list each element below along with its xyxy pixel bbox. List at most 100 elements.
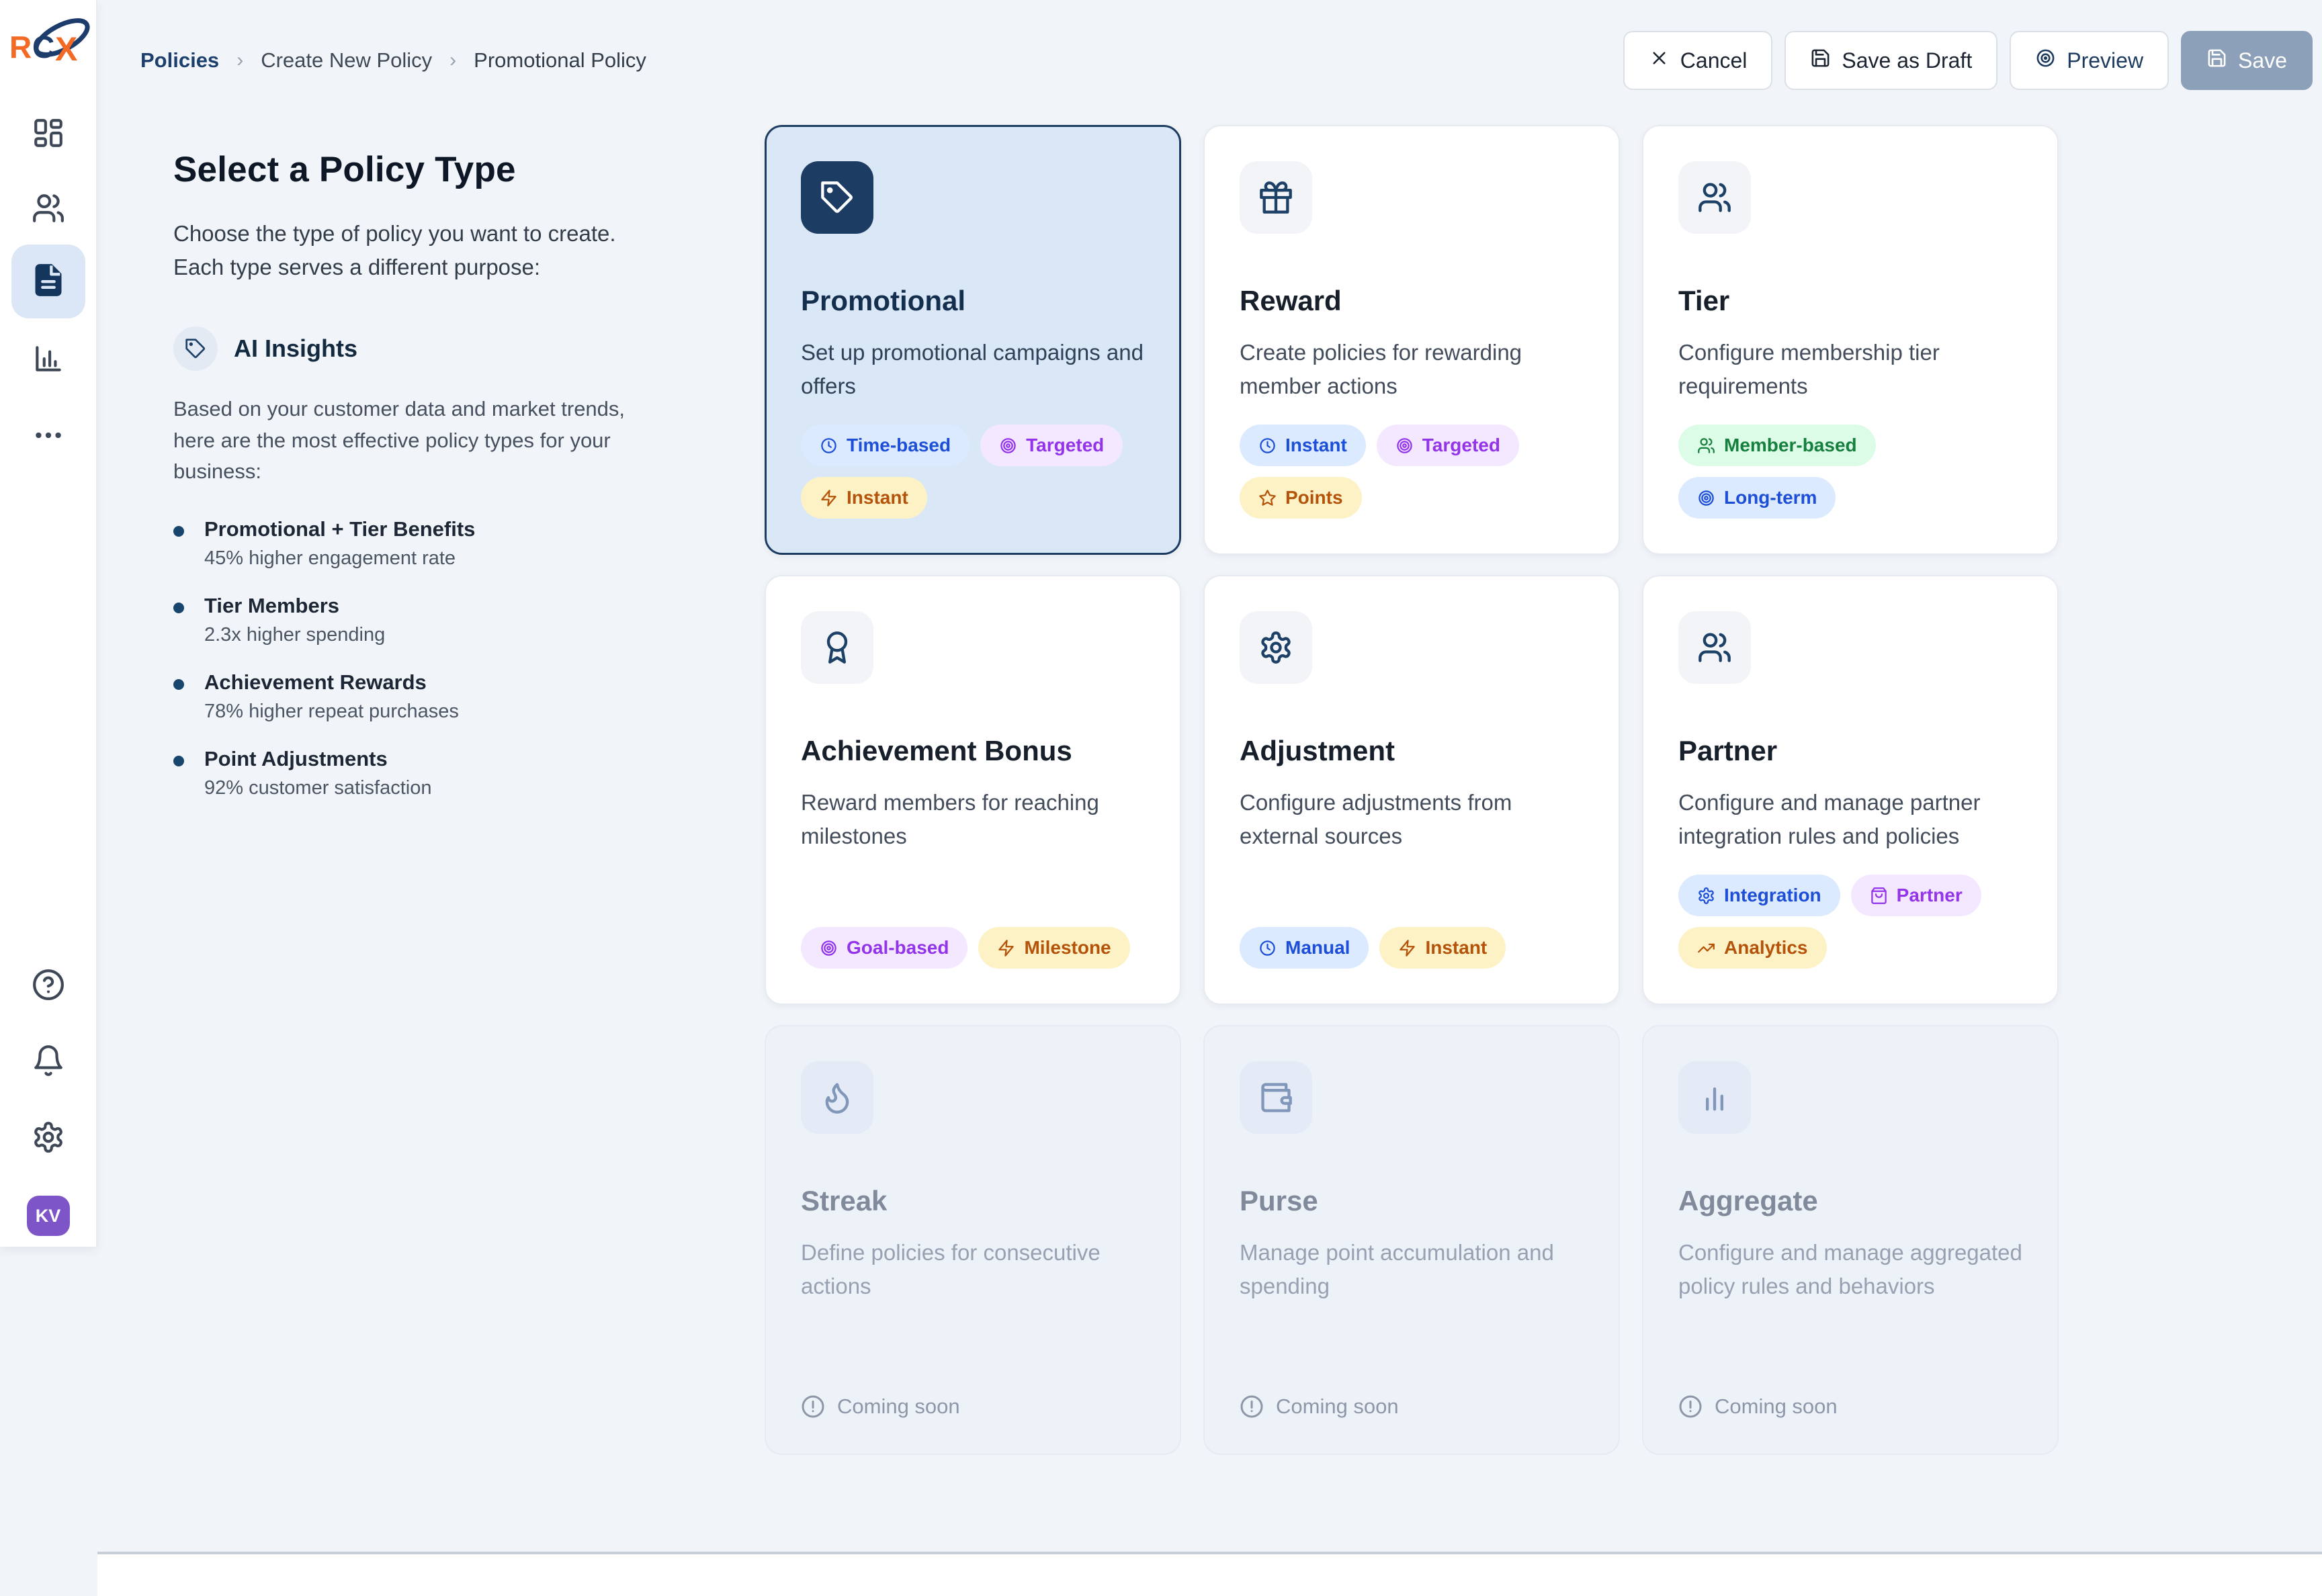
- card-description: Configure and manage partner integration…: [1678, 786, 2022, 853]
- bullet-dot: [173, 526, 184, 537]
- breadcrumb-create-new-policy[interactable]: Create New Policy: [261, 48, 432, 73]
- list-item: Promotional + Tier Benefits 45% higher e…: [173, 517, 704, 570]
- card-title: Adjustment: [1240, 735, 1584, 767]
- sidebar-item-help[interactable]: [30, 967, 67, 1005]
- card-title: Partner: [1678, 735, 2022, 767]
- clock-icon: [820, 437, 838, 455]
- insight-metric: 92% customer satisfaction: [204, 777, 431, 799]
- policy-card-achievement-bonus[interactable]: Achievement Bonus Reward members for rea…: [765, 575, 1181, 1005]
- policy-card-partner[interactable]: Partner Configure and manage partner int…: [1642, 575, 2059, 1005]
- bar-chart-icon: [32, 342, 65, 379]
- insight-metric: 45% higher engagement rate: [204, 547, 475, 570]
- policy-card-reward[interactable]: Reward Create policies for rewarding mem…: [1203, 125, 1620, 555]
- bullet-dot: [173, 679, 184, 690]
- sidebar-item-settings[interactable]: [30, 1120, 67, 1157]
- card-description: Configure membership tier requirements: [1678, 336, 2022, 403]
- bolt-icon: [997, 939, 1015, 957]
- flame-icon: [801, 1061, 873, 1134]
- badge-member-based: Member-based: [1678, 425, 1876, 466]
- sidebar-item-dashboard[interactable]: [30, 116, 67, 153]
- breadcrumb-policies[interactable]: Policies: [140, 48, 219, 73]
- sidebar-item-analytics[interactable]: [30, 341, 67, 379]
- insight-label: Point Adjustments: [204, 747, 431, 771]
- policy-card-purse: Purse Manage point accumulation and spen…: [1203, 1025, 1620, 1455]
- rcx-logo-graphic: R C X: [9, 8, 90, 75]
- policy-card-aggregate: Aggregate Configure and manage aggregate…: [1642, 1025, 2059, 1455]
- wallet-icon: [1240, 1061, 1312, 1134]
- badge-targeted: Targeted: [980, 425, 1123, 466]
- badge-row: Instant Targeted Points: [1240, 425, 1584, 519]
- badge-long-term: Long-term: [1678, 477, 1836, 519]
- insight-label: Tier Members: [204, 594, 385, 618]
- cancel-button[interactable]: Cancel: [1623, 31, 1773, 90]
- sidebar-item-policies-active[interactable]: [11, 245, 85, 318]
- card-description: Create policies for rewarding member act…: [1240, 336, 1584, 403]
- policy-card-tier[interactable]: Tier Configure membership tier requireme…: [1642, 125, 2059, 555]
- card-description: Configure and manage aggregated policy r…: [1678, 1236, 2022, 1303]
- save-as-draft-button[interactable]: Save as Draft: [1784, 31, 1997, 90]
- top-bar: Policies › Create New Policy › Promotion…: [97, 0, 2322, 121]
- policy-card-promotional[interactable]: Promotional Set up promotional campaigns…: [765, 125, 1181, 555]
- coming-soon-status: Coming soon: [1678, 1394, 2022, 1419]
- badge-manual: Manual: [1240, 927, 1369, 969]
- clock-icon: [1258, 437, 1277, 455]
- sidebar-item-more[interactable]: [30, 418, 67, 455]
- bolt-icon: [820, 489, 838, 507]
- card-description: Configure adjustments from external sour…: [1240, 786, 1584, 853]
- card-title: Aggregate: [1678, 1185, 2022, 1217]
- dashboard-icon: [32, 116, 65, 153]
- preview-button[interactable]: Preview: [2010, 31, 2169, 90]
- save-button[interactable]: Save: [2181, 31, 2313, 90]
- insight-label: Achievement Rewards: [204, 670, 459, 695]
- badge-time-based: Time-based: [801, 425, 970, 466]
- star-icon: [1258, 489, 1277, 507]
- svg-text:C: C: [32, 30, 54, 64]
- bullet-dot: [173, 756, 184, 766]
- bell-icon: [32, 1044, 65, 1081]
- sidebar: R C X: [0, 0, 97, 1247]
- preview-label: Preview: [2067, 48, 2143, 73]
- badge-milestone: Milestone: [978, 927, 1129, 969]
- rcx-logo: R C X: [9, 8, 90, 75]
- svg-text:R: R: [9, 30, 32, 64]
- alert-circle-icon: [1240, 1394, 1264, 1419]
- list-item: Tier Members 2.3x higher spending: [173, 594, 704, 646]
- svg-text:X: X: [55, 30, 77, 68]
- sidebar-item-members[interactable]: [30, 191, 67, 228]
- policy-type-grid: Promotional Set up promotional campaigns…: [765, 125, 2059, 1455]
- award-icon: [801, 611, 873, 684]
- save-as-draft-label: Save as Draft: [1842, 48, 1972, 73]
- insight-metric: 78% higher repeat purchases: [204, 701, 459, 723]
- users-icon: [1678, 611, 1751, 684]
- policy-card-streak: Streak Define policies for consecutive a…: [765, 1025, 1181, 1455]
- document-icon: [31, 263, 66, 301]
- target-icon: [1395, 437, 1414, 455]
- intro-text: Choose the type of policy you want to cr…: [173, 217, 671, 283]
- card-title: Achievement Bonus: [801, 735, 1145, 767]
- bolt-icon: [1398, 939, 1416, 957]
- ai-insights-header: AI Insights: [173, 326, 704, 371]
- breadcrumb-separator: ›: [449, 49, 456, 72]
- badge-targeted: Targeted: [1377, 425, 1519, 466]
- breadcrumb-current: Promotional Policy: [474, 48, 646, 73]
- card-title: Tier: [1678, 285, 2022, 317]
- policy-card-adjustment[interactable]: Adjustment Configure adjustments from ex…: [1203, 575, 1620, 1005]
- users-icon: [32, 191, 65, 228]
- badge-row: Manual Instant: [1240, 927, 1584, 969]
- card-title: Reward: [1240, 285, 1584, 317]
- badge-goal-based: Goal-based: [801, 927, 968, 969]
- sidebar-item-notifications[interactable]: [30, 1043, 67, 1081]
- bullet-dot: [173, 603, 184, 613]
- help-icon: [32, 968, 65, 1005]
- preview-target-icon: [2035, 48, 2056, 74]
- toolbar-actions: Cancel Save as Draft Preview: [1623, 31, 2313, 90]
- cancel-label: Cancel: [1680, 48, 1748, 73]
- user-avatar[interactable]: KV: [27, 1196, 70, 1236]
- list-item: Achievement Rewards 78% higher repeat pu…: [173, 670, 704, 723]
- coming-soon-status: Coming soon: [801, 1394, 1145, 1419]
- target-icon: [820, 939, 838, 957]
- card-description: Set up promotional campaigns and offers: [801, 336, 1145, 403]
- tag-icon: [801, 161, 873, 234]
- badge-partner: Partner: [1851, 875, 1981, 916]
- badge-analytics: Analytics: [1678, 927, 1827, 969]
